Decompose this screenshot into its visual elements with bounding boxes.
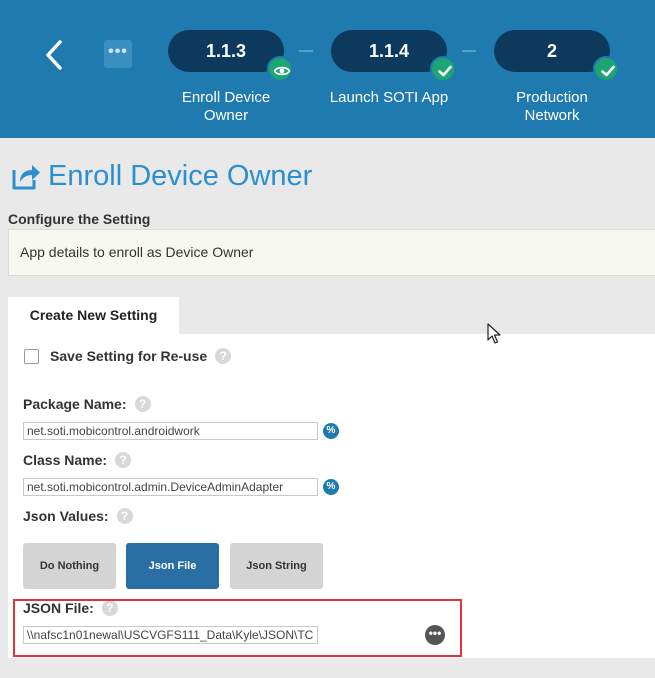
step-connector <box>462 50 476 52</box>
tab-create-new-setting[interactable]: Create New Setting <box>8 297 179 334</box>
step-label: Launch SOTI App <box>311 89 467 107</box>
variable-icon[interactable]: % <box>323 479 339 495</box>
help-icon[interactable]: ? <box>215 348 232 364</box>
class-name-label-row: Class Name: ? <box>23 452 132 468</box>
check-icon <box>430 56 456 82</box>
eye-icon <box>267 56 293 82</box>
help-icon[interactable]: ? <box>116 508 133 524</box>
page-title: Enroll Device Owner <box>10 158 312 194</box>
step-connector <box>299 50 313 52</box>
package-name-label-row: Package Name: ? <box>23 396 151 412</box>
json-values-label: Json Values: <box>23 508 109 524</box>
step-2[interactable]: 2 Production Network <box>494 30 619 124</box>
json-file-button[interactable]: Json File <box>126 543 219 589</box>
page-title-text: Enroll Device Owner <box>48 159 313 192</box>
check-icon <box>593 56 619 82</box>
variable-icon[interactable]: % <box>323 423 339 439</box>
setting-description: App details to enroll as Device Owner <box>8 229 655 276</box>
help-icon[interactable]: ? <box>115 452 132 468</box>
save-setting-row: Save Setting for Re-use ? <box>24 348 232 364</box>
step-label-line1: Enroll Device <box>181 89 271 106</box>
step-label-line2: Network <box>524 107 580 124</box>
save-setting-checkbox[interactable] <box>24 348 39 364</box>
json-values-label-row: Json Values: ? <box>23 508 133 524</box>
highlight-box <box>13 599 462 657</box>
step-label-line1: Launch SOTI App <box>329 89 449 106</box>
class-name-input[interactable]: net.soti.mobicontrol.admin.DeviceAdminAd… <box>23 478 318 496</box>
wizard-header: ••• 1.1.3 Enroll Device Owner 1.1.4 Laun… <box>0 0 655 138</box>
step-label: Enroll Device Owner <box>148 89 304 125</box>
back-button[interactable] <box>40 38 70 72</box>
step-label: Production Network <box>474 89 630 125</box>
help-icon[interactable]: ? <box>134 396 151 412</box>
save-setting-label: Save Setting for Re-use <box>50 348 208 364</box>
step-label-line1: Production <box>516 89 588 106</box>
package-name-input[interactable]: net.soti.mobicontrol.androidwork <box>23 422 318 440</box>
do-nothing-button[interactable]: Do Nothing <box>23 543 116 589</box>
step-1-1-4[interactable]: 1.1.4 Launch SOTI App <box>330 30 456 106</box>
configure-label: Configure the Setting <box>8 211 151 227</box>
step-1-1-3[interactable]: 1.1.3 Enroll Device Owner <box>168 30 293 124</box>
chevron-left-icon <box>46 40 62 70</box>
step-label-line2: Owner <box>203 107 249 124</box>
class-name-label: Class Name: <box>23 452 108 468</box>
more-steps-button[interactable]: ••• <box>104 40 132 68</box>
json-string-button[interactable]: Json String <box>230 543 323 589</box>
share-icon <box>12 165 40 190</box>
package-name-label: Package Name: <box>23 396 127 412</box>
mouse-cursor-icon <box>487 323 501 344</box>
